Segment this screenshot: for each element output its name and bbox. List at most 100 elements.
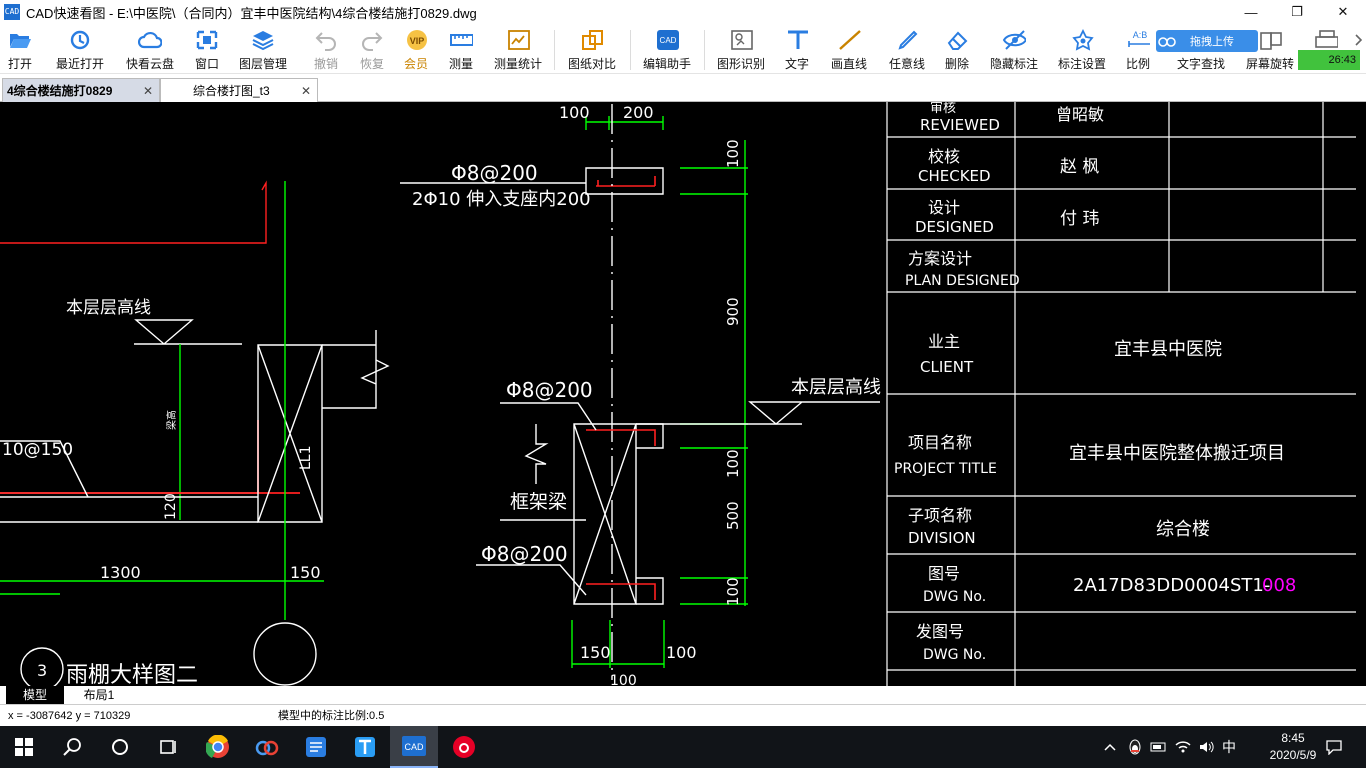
- tab-model[interactable]: 模型: [6, 686, 64, 704]
- edit-assistant-label: 编辑助手: [643, 57, 692, 71]
- checked-cn: 校核: [928, 147, 960, 166]
- open-button[interactable]: 打开: [8, 26, 32, 72]
- tab-building-print[interactable]: 综合楼打图_t3 ✕: [160, 78, 318, 102]
- center-dim-v-900: 900: [724, 297, 742, 326]
- center-dim-top-200: 200: [623, 103, 654, 122]
- text-app-icon[interactable]: [341, 726, 389, 768]
- annotation-scale: 模型中的标注比例:0.5: [278, 710, 385, 722]
- session-timer: 26:43: [1298, 50, 1360, 70]
- text-button[interactable]: 文字: [785, 26, 809, 72]
- task-view-icon[interactable]: [144, 726, 192, 768]
- chevron-up-icon[interactable]: [1100, 726, 1120, 768]
- compare-label: 图纸对比: [568, 57, 617, 71]
- scale-button[interactable]: A:B 比例: [1126, 26, 1150, 72]
- cloud-disk-button[interactable]: 快看云盘: [126, 26, 174, 72]
- dwg-no-value: 2A17D83DD0004ST1-: [1073, 575, 1270, 596]
- compare-button[interactable]: 图纸对比: [568, 26, 616, 72]
- hide-annotation-label: 隐藏标注: [990, 57, 1039, 71]
- folder-open-icon: [8, 28, 32, 52]
- baidu-netdisk-icon[interactable]: [243, 726, 291, 768]
- left-level-line-label: 本层层高线: [66, 298, 151, 318]
- close-tab-icon[interactable]: ✕: [143, 84, 153, 98]
- wifi-icon[interactable]: [1172, 726, 1194, 768]
- clock-date: 2020/5/9: [1269, 748, 1317, 762]
- vip-icon: VIP: [404, 28, 428, 52]
- tab-layout1[interactable]: 布局1: [68, 686, 130, 704]
- client-value: 宜丰县中医院: [1114, 339, 1222, 360]
- close-tab-icon[interactable]: ✕: [301, 84, 311, 98]
- layer-manager-button[interactable]: 图层管理: [239, 26, 287, 72]
- freehand-line-button[interactable]: 任意线: [889, 26, 925, 72]
- drawing-canvas[interactable]: 本层层高线 10@150 1300 150 120 梁高 LL1 3 雨棚大样图…: [0, 102, 1366, 686]
- client-cn: 业主: [928, 332, 960, 351]
- center-rebar-mid: Φ8@200: [506, 378, 593, 402]
- issue-no-en: DWG No.: [923, 647, 986, 663]
- checked-en: CHECKED: [918, 167, 991, 185]
- close-window-button[interactable]: ✕: [1320, 0, 1366, 24]
- draw-line-label: 画直线: [831, 57, 868, 71]
- cloud-icon: [138, 28, 162, 52]
- cursor-coordinates: x = -3087642 y = 710329: [8, 710, 131, 722]
- draw-line-button[interactable]: 画直线: [831, 26, 867, 72]
- status-bar: x = -3087642 y = 710329 模型中的标注比例:0.5: [0, 704, 1366, 726]
- cortana-icon[interactable]: [96, 726, 144, 768]
- baidu-cloud-icon: [1156, 30, 1178, 52]
- vip-label: 会员: [404, 57, 429, 71]
- center-rebar-top: Φ8@200: [451, 161, 538, 185]
- screen-rotate-label: 屏幕旋转: [1246, 57, 1295, 71]
- volume-icon[interactable]: [1196, 726, 1218, 768]
- designed-cn: 设计: [928, 198, 960, 217]
- reviewed-en: REVIEWED: [920, 116, 1000, 134]
- hide-annotation-button[interactable]: 隐藏标注: [990, 26, 1038, 72]
- recent-open-label: 最近打开: [56, 57, 105, 71]
- ruler-icon: [449, 28, 473, 52]
- tab-4-building-structure[interactable]: 4综合楼结施打0829 ✕: [2, 78, 160, 102]
- annotation-settings-icon: [1070, 28, 1094, 52]
- screen-rotate-icon: [1258, 28, 1282, 52]
- cad-quickview-icon[interactable]: CAD: [390, 726, 438, 768]
- window-icon: [195, 28, 219, 52]
- issue-no-cn: 发图号: [916, 622, 964, 641]
- center-dim-v-500: 500: [724, 501, 742, 530]
- recent-clock-icon: [68, 28, 92, 52]
- dwg-no-suffix: 008: [1262, 575, 1296, 596]
- frame-beam-label: 框架梁: [510, 491, 567, 513]
- start-icon[interactable]: [0, 726, 48, 768]
- center-dim-b-150: 150: [580, 643, 611, 662]
- measure-stats-button[interactable]: 测量统计: [494, 26, 542, 72]
- scale-label: 比例: [1126, 57, 1151, 71]
- taskbar-clock[interactable]: 8:45 2020/5/9: [1258, 730, 1328, 764]
- document-tab-bar: 4综合楼结施打0829 ✕ 综合楼打图_t3 ✕: [0, 74, 1366, 102]
- redo-button[interactable]: 恢复: [360, 26, 384, 72]
- drag-upload-button[interactable]: 拖拽上传: [1156, 30, 1258, 52]
- edit-assistant-button[interactable]: CAD 编辑助手: [643, 26, 691, 72]
- center-dim-b-100c: 100: [610, 673, 637, 686]
- measure-button[interactable]: 测量: [449, 26, 473, 72]
- search-icon[interactable]: [48, 726, 96, 768]
- notification-icon[interactable]: [1320, 726, 1348, 768]
- center-dim-b-100: 100: [666, 643, 697, 662]
- maximize-button[interactable]: ❐: [1274, 0, 1320, 24]
- netease-music-icon[interactable]: [440, 726, 488, 768]
- cad-reader-icon[interactable]: [292, 726, 340, 768]
- delete-button[interactable]: 删除: [945, 26, 969, 72]
- shape-recognize-button[interactable]: 图形识别: [717, 26, 765, 72]
- battery-icon[interactable]: [1148, 726, 1170, 768]
- ime-indicator[interactable]: 中: [1218, 726, 1240, 768]
- left-rebar-label: 10@150: [2, 440, 73, 460]
- window-button[interactable]: 窗口: [195, 26, 219, 72]
- annotation-settings-button[interactable]: 标注设置: [1058, 26, 1106, 72]
- chrome-icon[interactable]: [194, 726, 242, 768]
- vertical-scrollbar[interactable]: [1356, 102, 1366, 686]
- toolbar-divider: [704, 30, 705, 70]
- minimize-button[interactable]: —: [1228, 0, 1274, 24]
- toolbar-divider: [630, 30, 631, 70]
- designed-name: 付 玮: [1060, 209, 1099, 229]
- undo-button[interactable]: 撤销: [314, 26, 338, 72]
- qq-penguin-icon[interactable]: [1124, 726, 1146, 768]
- recent-open-button[interactable]: 最近打开: [56, 26, 104, 72]
- shape-recognize-icon: [729, 28, 753, 52]
- edit-assistant-icon: CAD: [655, 28, 679, 52]
- center-rebar-bottom: Φ8@200: [481, 542, 568, 566]
- vip-button[interactable]: VIP 会员: [404, 26, 428, 72]
